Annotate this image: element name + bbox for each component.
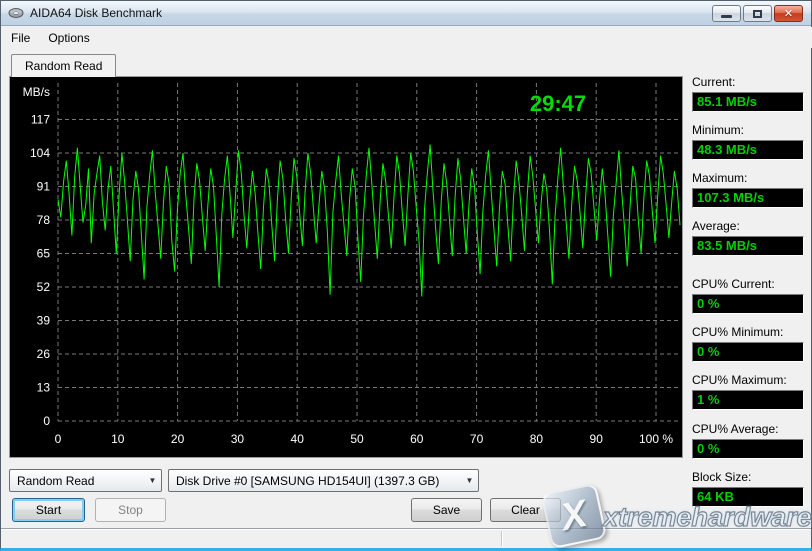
stat-value-cpu-minimum: 0 % (692, 342, 804, 362)
stat-label-cpu-average: CPU% Average: (692, 422, 804, 436)
chevron-down-icon: ▼ (461, 476, 478, 485)
app-window: AIDA64 Disk Benchmark ✕ File Options Ran… (0, 0, 812, 551)
svg-text:60: 60 (410, 432, 424, 446)
svg-text:0: 0 (43, 414, 50, 428)
title-bar[interactable]: AIDA64 Disk Benchmark ✕ (1, 1, 811, 26)
status-bar-divider (501, 531, 502, 546)
menu-file[interactable]: File (2, 29, 39, 47)
svg-text:78: 78 (37, 213, 51, 227)
stat-cpu-average: CPU% Average: 0 % (692, 422, 804, 459)
close-button[interactable]: ✕ (774, 5, 803, 22)
minimize-button[interactable] (712, 5, 741, 22)
svg-text:0: 0 (55, 432, 62, 446)
tab-random-read[interactable]: Random Read (11, 54, 116, 77)
start-button[interactable]: Start (12, 498, 85, 522)
stat-value-cpu-current: 0 % (692, 294, 804, 314)
stat-label-maximum: Maximum: (692, 171, 804, 185)
close-icon: ✕ (784, 7, 793, 20)
svg-text:104: 104 (30, 146, 50, 160)
stat-label-current: Current: (692, 75, 804, 89)
svg-text:40: 40 (291, 432, 305, 446)
stat-cpu-maximum: CPU% Maximum: 1 % (692, 373, 804, 410)
watermark-text: xtremehardware.it (603, 502, 812, 533)
stat-maximum: Maximum: 107.3 MB/s (692, 171, 804, 208)
stat-cpu-minimum: CPU% Minimum: 0 % (692, 325, 804, 362)
drive-select-value: Disk Drive #0 [SAMSUNG HD154UI] (1397.3 … (176, 474, 461, 488)
svg-text:91: 91 (37, 180, 51, 194)
svg-text:MB/s: MB/s (23, 85, 50, 99)
minimize-icon (721, 15, 732, 18)
svg-text:70: 70 (470, 432, 484, 446)
stat-minimum: Minimum: 48.3 MB/s (692, 123, 804, 160)
stat-value-current: 85.1 MB/s (692, 92, 804, 112)
stat-value-average: 83.5 MB/s (692, 236, 804, 256)
stat-cpu-current: CPU% Current: 0 % (692, 277, 804, 314)
svg-text:100 %: 100 % (639, 432, 673, 446)
stat-label-cpu-maximum: CPU% Maximum: (692, 373, 804, 387)
stat-value-cpu-average: 0 % (692, 439, 804, 459)
svg-text:10: 10 (111, 432, 125, 446)
stat-label-block-size: Block Size: (692, 470, 804, 484)
drive-select[interactable]: Disk Drive #0 [SAMSUNG HD154UI] (1397.3 … (168, 469, 479, 492)
save-button[interactable]: Save (411, 498, 482, 522)
svg-text:13: 13 (37, 381, 51, 395)
watermark-logo-icon: X (541, 483, 607, 549)
menu-bar: File Options (2, 27, 812, 48)
svg-text:30: 30 (231, 432, 245, 446)
svg-text:52: 52 (37, 280, 51, 294)
svg-text:50: 50 (350, 432, 364, 446)
menu-options[interactable]: Options (39, 29, 98, 47)
stat-value-minimum: 48.3 MB/s (692, 140, 804, 160)
maximize-icon (753, 10, 762, 18)
stop-button[interactable]: Stop (95, 498, 166, 522)
app-disk-icon (8, 5, 24, 21)
svg-text:26: 26 (37, 347, 51, 361)
stat-value-cpu-maximum: 1 % (692, 390, 804, 410)
svg-text:80: 80 (530, 432, 544, 446)
svg-text:39: 39 (37, 314, 51, 328)
svg-text:20: 20 (171, 432, 185, 446)
chart-svg: 0 10 20 30 40 50 60 70 80 90 100 % 117 104 91 78 65 52 39… (10, 77, 682, 457)
stat-average: Average: 83.5 MB/s (692, 219, 804, 256)
stat-label-cpu-current: CPU% Current: (692, 277, 804, 291)
svg-text:65: 65 (37, 247, 51, 261)
benchmark-type-select[interactable]: Random Read ▼ (9, 469, 162, 492)
chevron-down-icon: ▼ (144, 476, 161, 485)
svg-text:117: 117 (31, 113, 50, 127)
stat-label-minimum: Minimum: (692, 123, 804, 137)
benchmark-chart: 0 10 20 30 40 50 60 70 80 90 100 % 117 104 91 78 65 52 39… (9, 76, 683, 458)
maximize-button[interactable] (743, 5, 772, 22)
benchmark-type-value: Random Read (17, 474, 144, 488)
stat-label-average: Average: (692, 219, 804, 233)
window-title: AIDA64 Disk Benchmark (30, 6, 162, 20)
stat-value-maximum: 107.3 MB/s (692, 188, 804, 208)
svg-text:90: 90 (590, 432, 604, 446)
stat-label-cpu-minimum: CPU% Minimum: (692, 325, 804, 339)
svg-text:29:47: 29:47 (530, 91, 586, 116)
watermark-x-glyph: X (557, 492, 591, 539)
stat-current: Current: 85.1 MB/s (692, 75, 804, 112)
